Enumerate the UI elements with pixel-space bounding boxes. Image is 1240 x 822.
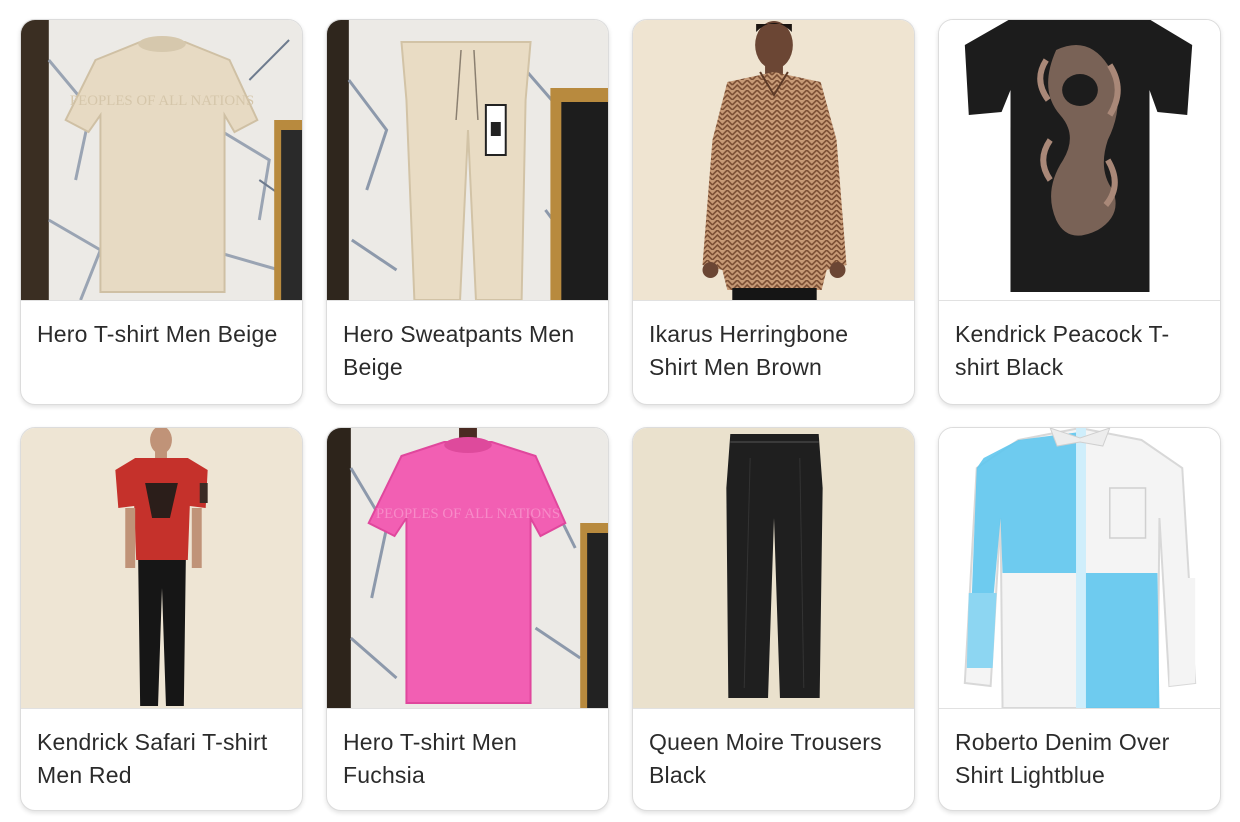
product-image[interactable] (939, 20, 1220, 301)
product-card[interactable]: Roberto Denim Over Shirt Lightblue (938, 427, 1221, 811)
print-text: PEOPLES OF ALL NATIONS (70, 93, 254, 109)
product-title[interactable]: Hero T-shirt Men Fuchsia (327, 709, 608, 792)
product-card[interactable]: Kendrick Peacock T-shirt Black (938, 19, 1221, 405)
product-grid: PEOPLES OF ALL NATIONS Hero T-shirt Men … (20, 19, 1221, 811)
product-card[interactable]: Kendrick Safari T-shirt Men Red (20, 427, 303, 811)
product-card[interactable]: Ikarus Herringbone Shirt Men Brown (632, 19, 915, 405)
product-card[interactable]: Hero Sweatpants Men Beige (326, 19, 609, 405)
product-title[interactable]: Hero Sweatpants Men Beige (327, 301, 608, 384)
product-image[interactable] (633, 428, 914, 709)
product-card[interactable]: PEOPLES OF ALL NATIONS Hero T-shirt Men … (326, 427, 609, 811)
product-image[interactable] (633, 20, 914, 301)
product-title[interactable]: Kendrick Peacock T-shirt Black (939, 301, 1220, 384)
product-image[interactable] (939, 428, 1220, 709)
product-image[interactable]: PEOPLES OF ALL NATIONS (327, 428, 608, 709)
product-title[interactable]: Roberto Denim Over Shirt Lightblue (939, 709, 1220, 792)
product-image[interactable] (327, 20, 608, 301)
print-text: PEOPLES OF ALL NATIONS (376, 506, 560, 522)
product-image[interactable] (21, 428, 302, 709)
product-title[interactable]: Kendrick Safari T-shirt Men Red (21, 709, 302, 792)
product-title[interactable]: Queen Moire Trousers Black (633, 709, 914, 792)
product-card[interactable]: Queen Moire Trousers Black (632, 427, 915, 811)
product-title[interactable]: Ikarus Herringbone Shirt Men Brown (633, 301, 914, 384)
product-image[interactable]: PEOPLES OF ALL NATIONS (21, 20, 302, 301)
product-card[interactable]: PEOPLES OF ALL NATIONS Hero T-shirt Men … (20, 19, 303, 405)
product-title[interactable]: Hero T-shirt Men Beige (21, 301, 302, 351)
